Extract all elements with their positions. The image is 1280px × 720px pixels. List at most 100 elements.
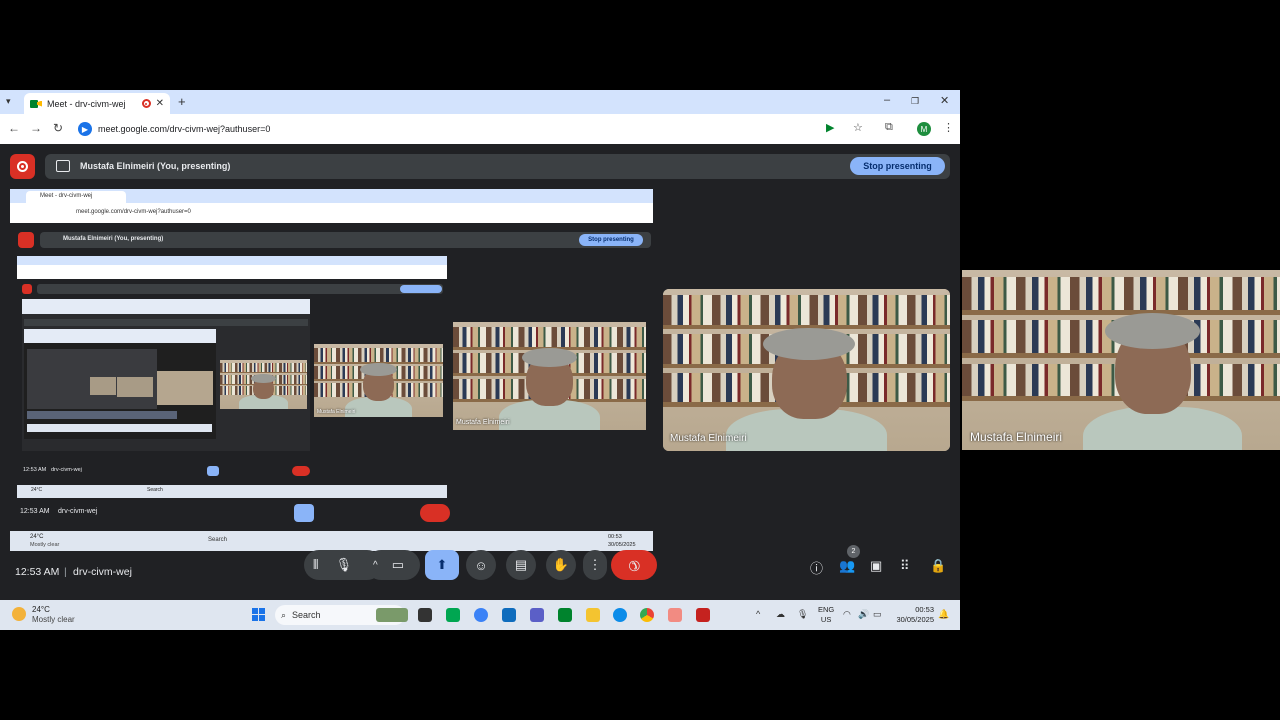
task-view-icon[interactable] bbox=[418, 608, 432, 622]
search-placeholder: Search bbox=[292, 610, 321, 620]
raise-hand-button[interactable]: ✋ bbox=[546, 550, 576, 580]
present-screen-icon: ⬆ bbox=[436, 557, 448, 572]
nested-search-l1: Search bbox=[208, 537, 228, 543]
camo-app-icon[interactable] bbox=[446, 608, 460, 622]
notifications-icon[interactable]: 🔔 bbox=[938, 609, 949, 620]
teams-icon[interactable] bbox=[530, 608, 544, 622]
meet-extension-icon[interactable]: ▶ bbox=[826, 121, 834, 134]
search-highlight-icon[interactable] bbox=[376, 608, 408, 622]
url-field[interactable]: ▶ meet.google.com/drv-civm-wej?authuser=… bbox=[74, 118, 824, 140]
bookmark-star-icon[interactable]: ☆ bbox=[853, 121, 863, 134]
people-icon[interactable]: 👥 bbox=[839, 558, 855, 574]
nested-weather-l1: 24°C bbox=[30, 534, 44, 540]
telegram-icon[interactable] bbox=[668, 608, 682, 622]
volume-icon[interactable]: 🔊 bbox=[858, 609, 869, 620]
edge-icon[interactable] bbox=[613, 608, 627, 622]
nested-video-tile: Mustafa Elnimeiri bbox=[453, 322, 646, 430]
nested-time: 12:53 AM bbox=[23, 467, 47, 473]
address-bar-row: ← → ↻ ▶ meet.google.com/drv-civm-wej?aut… bbox=[0, 114, 960, 144]
back-icon[interactable]: ← bbox=[8, 121, 20, 135]
tray-mic-icon[interactable]: 🎙 bbox=[797, 609, 808, 620]
taskbar-clock[interactable]: 00:53 30/05/2025 bbox=[892, 605, 934, 625]
nested-presenting-label: Mustafa Elnimeiri (You, presenting) bbox=[63, 236, 164, 242]
end-call-button[interactable]: ✆ bbox=[611, 550, 657, 580]
self-tile-name: Mustafa Elnimeiri bbox=[670, 433, 747, 444]
nested-url: meet.google.com/drv-civm-wej?authuser=0 bbox=[76, 209, 191, 215]
site-info-icon[interactable]: ▶ bbox=[78, 122, 92, 136]
windows-start-icon[interactable] bbox=[252, 608, 265, 621]
weather-desc: Mostly clear bbox=[32, 615, 75, 624]
maximize-button[interactable]: ❐ bbox=[911, 96, 919, 107]
present-screen-button[interactable]: ⬆ bbox=[425, 550, 459, 580]
minimize-button[interactable]: – bbox=[884, 94, 890, 106]
activities-icon[interactable]: ⠿ bbox=[900, 558, 910, 574]
chevron-up-icon[interactable]: ^ bbox=[373, 560, 378, 571]
nested-search: Search bbox=[147, 487, 163, 493]
host-controls-icon[interactable]: 🔒 bbox=[930, 558, 946, 574]
mic-icon[interactable]: 🎙 bbox=[335, 557, 352, 573]
nested-clock-l1: 00:53 bbox=[608, 534, 622, 540]
wifi-icon[interactable]: ◠ bbox=[843, 609, 851, 620]
audio-levels-icon[interactable]: ⫴ bbox=[313, 557, 318, 573]
edge-dev-icon[interactable] bbox=[474, 608, 488, 622]
battery-icon[interactable]: ▭ bbox=[873, 609, 882, 620]
nested-shared-screen: Mustafa Elnimeiri 12:53 AM drv-civm-wej … bbox=[17, 256, 447, 498]
nested-stop-presenting: Stop presenting bbox=[579, 234, 643, 246]
chrome-icon[interactable] bbox=[640, 608, 654, 622]
meeting-code: drv-civm-wej bbox=[73, 566, 132, 578]
browser-menu-icon[interactable]: ⋮ bbox=[943, 121, 954, 134]
reload-icon[interactable]: ↻ bbox=[53, 121, 63, 135]
tab-meet[interactable]: Meet - drv-civm-wej ✕ bbox=[24, 93, 170, 114]
nested-control-bar: 12:53 AM drv-civm-wej bbox=[17, 466, 447, 478]
language-indicator[interactable]: ENG US bbox=[818, 605, 834, 625]
self-video-tile[interactable]: Mustafa Elnimeiri bbox=[663, 289, 950, 451]
extensions-icon[interactable]: ⧉ bbox=[885, 121, 893, 134]
record-icon[interactable] bbox=[10, 154, 35, 179]
close-tab-icon[interactable]: ✕ bbox=[156, 98, 164, 109]
emoji-button[interactable]: ☺ bbox=[466, 550, 496, 580]
deep-video-tile bbox=[220, 360, 307, 409]
acrobat-icon[interactable] bbox=[696, 608, 710, 622]
nested-tab-strip: Meet - drv-civm-wej bbox=[10, 189, 653, 203]
captions-button[interactable]: ▤ bbox=[506, 550, 536, 580]
nested-date-l1: 30/05/2025 bbox=[608, 542, 636, 548]
search-icon: ⌕ bbox=[281, 609, 287, 620]
nested-weather-desc-l1: Mostly clear bbox=[30, 542, 60, 548]
nested-taskbar-l1: 24°C Mostly clear Search 00:53 30/05/202… bbox=[10, 531, 653, 551]
url-text: meet.google.com/drv-civm-wej?authuser=0 bbox=[98, 124, 271, 134]
chat-icon[interactable]: ▣ bbox=[870, 558, 882, 574]
meet-icon bbox=[30, 99, 42, 109]
participant-count-badge: 2 bbox=[847, 545, 860, 558]
more-options-button[interactable]: ⋮ bbox=[583, 550, 607, 580]
nested-code-l1: drv-civm-wej bbox=[58, 508, 98, 515]
meet-app-icon[interactable] bbox=[558, 608, 572, 622]
file-explorer-icon[interactable] bbox=[586, 608, 600, 622]
participant-name: Mustafa Elnimeiri bbox=[970, 430, 1063, 444]
nested-video-tile-small: Mustafa Elnimeiri bbox=[314, 344, 443, 417]
new-tab-button[interactable]: + bbox=[178, 94, 186, 109]
weather-temp: 24°C bbox=[32, 605, 50, 614]
profile-avatar[interactable]: M bbox=[917, 122, 931, 136]
tab-title: Meet - drv-civm-wej bbox=[47, 98, 126, 109]
weather-icon[interactable] bbox=[12, 607, 26, 621]
stop-presenting-button[interactable]: Stop presenting bbox=[850, 157, 945, 175]
close-window-button[interactable]: ✕ bbox=[940, 94, 949, 107]
browser-window: ▾ Meet - drv-civm-wej ✕ + – ❐ ✕ ← → ↻ ▶ … bbox=[0, 90, 960, 630]
tray-chevron-icon[interactable]: ^ bbox=[756, 609, 760, 619]
tab-search-icon[interactable]: ▾ bbox=[6, 96, 11, 107]
nested-meet-controls: 12:53 AM drv-civm-wej bbox=[10, 504, 653, 524]
store-icon[interactable] bbox=[502, 608, 516, 622]
present-icon bbox=[56, 160, 70, 172]
end-call-icon: ✆ bbox=[624, 555, 645, 576]
meeting-separator: | bbox=[64, 566, 67, 578]
info-icon[interactable]: ⓘ bbox=[810, 558, 823, 577]
nested-address-bar: meet.google.com/drv-civm-wej?authuser=0 bbox=[10, 203, 653, 223]
camera-icon[interactable]: ▭ bbox=[392, 557, 404, 573]
nested-record-icon bbox=[18, 232, 34, 248]
raise-hand-icon: ✋ bbox=[552, 557, 570, 572]
nested-taskbar: 24°C Search bbox=[17, 485, 447, 498]
forward-icon[interactable]: → bbox=[30, 121, 42, 135]
onedrive-icon[interactable]: ☁ bbox=[776, 609, 785, 620]
screen: ▾ Meet - drv-civm-wej ✕ + – ❐ ✕ ← → ↻ ▶ … bbox=[0, 0, 1280, 720]
participant-video-tile[interactable]: Mustafa Elnimeiri bbox=[962, 270, 1280, 450]
